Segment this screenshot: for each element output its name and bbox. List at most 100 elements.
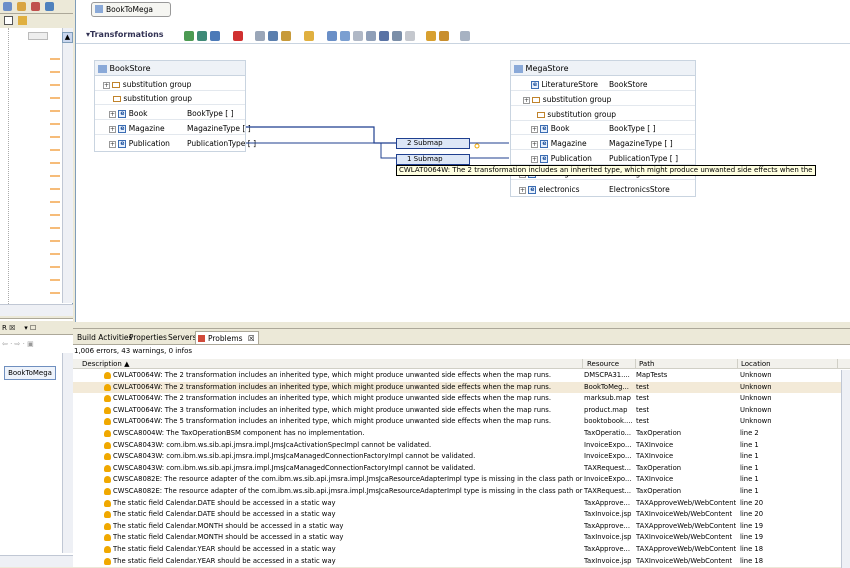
table-row[interactable]: CWSCA8004W: The TaxOperationBSM componen… bbox=[73, 428, 850, 440]
cell-p: TAXApproveWeb/WebContent bbox=[636, 498, 737, 507]
row-type: BookType [ ] bbox=[609, 124, 656, 133]
expand-icon[interactable]: + bbox=[523, 96, 530, 104]
problems-scrollbar[interactable] bbox=[841, 370, 850, 568]
table-row[interactable]: CWLAT0064W: The 5 transformation include… bbox=[73, 416, 850, 428]
megastore-row-book[interactable]: + e Book BookType [ ] bbox=[511, 122, 695, 135]
cell-r: TaxApprove... bbox=[584, 498, 630, 507]
megastore-row-subgroup-1[interactable]: + substitution group bbox=[511, 93, 695, 106]
cell-l: line 1 bbox=[740, 440, 759, 449]
cell-r: TAXRequest... bbox=[584, 463, 632, 472]
cell-r: InvoiceExpo... bbox=[584, 475, 632, 484]
tree-hscrollbar[interactable] bbox=[0, 304, 73, 316]
cell-l: line 1 bbox=[740, 463, 759, 472]
cell-r: TaxInvoice.jsp bbox=[584, 533, 632, 542]
explorer-icon[interactable] bbox=[3, 2, 12, 11]
megastore-row-magazine[interactable]: + e Magazine MagazineType [ ] bbox=[511, 137, 695, 150]
warning-icon bbox=[104, 511, 111, 519]
tab-problems[interactable]: Problems ☒ bbox=[195, 331, 259, 344]
cell-p: test bbox=[636, 405, 650, 414]
outline-tabs[interactable]: R ☒ ▾ ☐ bbox=[0, 321, 73, 335]
warning-icon bbox=[104, 372, 111, 379]
megastore-row-subgroup-2[interactable]: substitution group bbox=[511, 108, 695, 121]
problems-summary: 1,006 errors, 43 warnings, 0 infos bbox=[74, 347, 193, 355]
outline-scrollbar[interactable] bbox=[62, 353, 73, 553]
table-row[interactable]: The static field Calendar.DATE should be… bbox=[73, 509, 850, 521]
table-row[interactable]: CWSCA8082E: The resource adapter of the … bbox=[73, 474, 850, 486]
warning-icon bbox=[104, 383, 111, 391]
tab-properties[interactable]: Properties bbox=[126, 331, 170, 344]
cell-d: CWSCA8043W: com.ibm.ws.sib.api.jmsra.imp… bbox=[113, 463, 476, 472]
col-description[interactable]: Description ▲ bbox=[79, 359, 583, 369]
warning-icon bbox=[104, 557, 111, 565]
outline-hscrollbar[interactable] bbox=[0, 555, 73, 567]
expand-icon[interactable]: + bbox=[531, 155, 538, 163]
megastore-row-electronics[interactable]: + e electronics ElectronicsStore bbox=[511, 183, 695, 196]
cell-r: TaxOperatio... bbox=[584, 429, 632, 437]
expand-icon[interactable]: + bbox=[519, 186, 526, 194]
cell-r: product.map bbox=[584, 405, 628, 414]
cell-l: line 1 bbox=[740, 452, 759, 461]
cell-l: line 18 bbox=[740, 545, 764, 553]
close-icon[interactable]: ☒ bbox=[248, 334, 255, 343]
warning-icon bbox=[104, 453, 111, 461]
cell-d: CWSCA8043W: com.ibm.ws.sib.api.jmsra.imp… bbox=[113, 440, 432, 449]
col-location[interactable]: Location bbox=[738, 359, 838, 369]
table-row[interactable]: CWLAT0064W: The 2 transformation include… bbox=[73, 393, 850, 405]
outline-node[interactable]: BookToMega bbox=[4, 366, 56, 380]
table-row[interactable]: CWSCA8043W: com.ibm.ws.sib.api.jmsra.imp… bbox=[73, 451, 850, 463]
table-row[interactable]: The static field Calendar.DATE should be… bbox=[73, 498, 850, 510]
cell-d: The static field Calendar.MONTH should b… bbox=[113, 521, 344, 530]
cell-p: TAXApproveWeb/WebContent bbox=[636, 545, 737, 553]
tab-problems-label: Problems bbox=[208, 334, 243, 343]
megastore-title: MegaStore bbox=[511, 61, 695, 76]
row-name: substitution group bbox=[542, 95, 612, 104]
table-row[interactable]: CWLAT0064W: The 2 transformation include… bbox=[73, 381, 850, 394]
col-path[interactable]: Path bbox=[636, 359, 738, 369]
problems-icon bbox=[198, 335, 205, 342]
table-row[interactable]: CWSCA8043W: com.ibm.ws.sib.api.jmsra.imp… bbox=[73, 440, 850, 452]
link-editor-icon[interactable] bbox=[18, 16, 27, 25]
table-row[interactable]: CWSCA8043W: com.ibm.ws.sib.api.jmsra.imp… bbox=[73, 463, 850, 475]
submap-1[interactable]: 1 Submap bbox=[396, 154, 470, 165]
table-row[interactable]: CWLAT0064W: The 3 transformation include… bbox=[73, 405, 850, 417]
megastore-box[interactable]: MegaStore e LiteratureStore BookStore + … bbox=[510, 60, 696, 197]
collapse-all-icon[interactable] bbox=[4, 16, 13, 25]
warning-icon bbox=[104, 418, 111, 426]
megastore-row-publication[interactable]: + e Publication PublicationType [ ] bbox=[511, 152, 695, 165]
cell-l: line 20 bbox=[740, 498, 764, 507]
cell-r: TaxApprove... bbox=[584, 545, 630, 553]
cell-p: TAXInvoiceWeb/WebContent bbox=[636, 533, 733, 542]
navigator-icon[interactable] bbox=[45, 2, 54, 11]
table-row[interactable]: CWSCA8082E: The resource adapter of the … bbox=[73, 486, 850, 498]
group-icon bbox=[532, 97, 541, 103]
folder-icon[interactable] bbox=[17, 2, 26, 11]
cell-d: The static field Calendar.MONTH should b… bbox=[113, 533, 344, 542]
scroll-up-button[interactable]: ▲ bbox=[62, 32, 73, 43]
table-row[interactable]: The static field Calendar.YEAR should be… bbox=[73, 556, 850, 568]
megastore-row-literature[interactable]: e LiteratureStore BookStore bbox=[511, 78, 695, 91]
cell-r: TaxApprove... bbox=[584, 521, 630, 530]
warning-icon bbox=[104, 476, 111, 484]
expand-icon[interactable]: + bbox=[531, 125, 538, 133]
package-icon[interactable] bbox=[31, 2, 40, 11]
outline-nav[interactable]: ⇦ · ⇨ · ▣ bbox=[2, 338, 71, 350]
project-tree[interactable]: ▲ bbox=[0, 28, 73, 316]
cell-p: TAXApproveWeb/WebContent bbox=[636, 521, 737, 530]
tree-scrollbar[interactable] bbox=[62, 28, 73, 303]
table-row[interactable]: The static field Calendar.YEAR should be… bbox=[73, 544, 850, 556]
cell-d: CWLAT0064W: The 2 transformation include… bbox=[113, 382, 552, 391]
tree-guide bbox=[8, 28, 9, 308]
element-icon: e bbox=[528, 186, 537, 194]
table-row[interactable]: The static field Calendar.MONTH should b… bbox=[73, 521, 850, 533]
cell-l: Unknown bbox=[740, 417, 772, 426]
table-row[interactable]: The static field Calendar.MONTH should b… bbox=[73, 532, 850, 544]
row-name: electronics bbox=[538, 185, 580, 194]
warning-icon bbox=[104, 534, 111, 542]
submap-2[interactable]: 2 Submap bbox=[396, 138, 470, 149]
row-type: PublicationType [ ] bbox=[609, 154, 679, 163]
table-row[interactable]: CWLAT0064W: The 2 transformation include… bbox=[73, 370, 850, 382]
row-type: ElectronicsStore bbox=[609, 185, 670, 194]
tree-node[interactable] bbox=[28, 32, 48, 40]
col-resource[interactable]: Resource bbox=[584, 359, 636, 369]
expand-icon[interactable]: + bbox=[531, 140, 538, 148]
